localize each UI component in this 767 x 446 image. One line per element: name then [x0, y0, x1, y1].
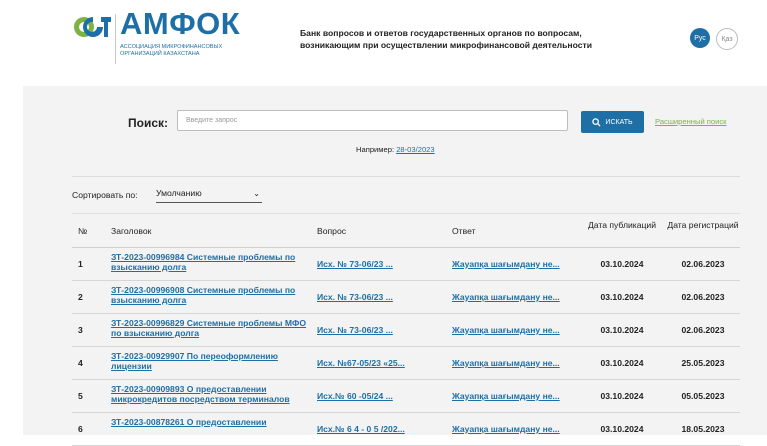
- header-num: №: [78, 226, 88, 236]
- search-label: Поиск:: [128, 116, 169, 130]
- search-button[interactable]: ИСКАТЬ: [581, 111, 644, 133]
- row-pub-date: 03.10.2024: [600, 358, 644, 368]
- row-title-link[interactable]: ЗТ-2023-00909893 О предоставлении микрок…: [111, 384, 311, 405]
- row-pub-date: 03.10.2024: [600, 424, 644, 434]
- row-answer-link[interactable]: Жауапқа шағымдану не...: [452, 325, 560, 336]
- row-question-link[interactable]: Исх. № 73-06/23 ...: [317, 259, 393, 270]
- row-num: 1: [78, 259, 83, 269]
- row-reg-date: 05.05.2023: [681, 391, 725, 401]
- search-button-label: ИСКАТЬ: [605, 118, 633, 126]
- lang-ru-button[interactable]: Рус: [690, 28, 710, 48]
- row-pub-date: 03.10.2024: [600, 391, 644, 401]
- row-num: 2: [78, 292, 83, 302]
- row-answer-link[interactable]: Жауапқа шағымдану не...: [452, 358, 560, 369]
- row-question-link[interactable]: Исх. № 73-06/23 ...: [317, 292, 393, 303]
- header-answer[interactable]: Ответ: [452, 226, 476, 236]
- table-row: 4 ЗТ-2023-00929907 По переоформлению лице…: [72, 346, 740, 380]
- row-pub-date: 03.10.2024: [600, 325, 644, 335]
- row-num: 3: [78, 325, 83, 335]
- table-row: 6 ЗТ-2023-00878261 О предоставлении Исх.№ …: [72, 412, 740, 446]
- logo-name[interactable]: АМФОК: [120, 8, 240, 39]
- lang-kz-button[interactable]: Қаз: [716, 28, 738, 50]
- advanced-search-link[interactable]: Расширенный поиск: [655, 117, 727, 126]
- table-row: 2 ЗТ-2023-00996908 Системные проблемы по …: [72, 280, 740, 314]
- row-title-link[interactable]: ЗТ-2023-00996829 Системные проблемы МФО …: [111, 318, 311, 339]
- row-pub-date: 03.10.2024: [600, 259, 644, 269]
- row-question-link[interactable]: Исх. №67-05/23 «25...: [317, 358, 405, 369]
- row-reg-date: 25.05.2023: [681, 358, 725, 368]
- chevron-down-icon: ⌄: [253, 189, 260, 198]
- table-row: 3 ЗТ-2023-00996829 Системные проблемы МФО…: [72, 313, 740, 347]
- site-header: АМФОК Ассоциация микрофинансовых организ…: [0, 0, 767, 86]
- sort-select[interactable]: Умолчанию ⌄: [156, 188, 262, 203]
- sort-selected-value: Умолчанию: [156, 188, 202, 198]
- site-title: Банк вопросов и ответов государственных …: [300, 28, 592, 50]
- row-question-link[interactable]: Исх.№ 6 4 - 0 5 /202...: [317, 424, 405, 435]
- amfok-logo-icon[interactable]: [73, 14, 113, 40]
- header-question[interactable]: Вопрос: [317, 226, 346, 236]
- row-answer-link[interactable]: Жауапқа шағымдану не...: [452, 391, 560, 402]
- row-pub-date: 03.10.2024: [600, 292, 644, 302]
- row-title-link[interactable]: ЗТ-2023-00996984 Системные проблемы по в…: [111, 252, 311, 273]
- row-answer-link[interactable]: Жауапқа шағымдану не...: [452, 424, 560, 435]
- row-reg-date: 18.05.2023: [681, 424, 725, 434]
- example-label: Например:: [356, 145, 395, 154]
- search-example: Например: 28-03/2023: [356, 145, 435, 154]
- row-num: 5: [78, 391, 83, 401]
- row-answer-link[interactable]: Жауапқа шағымдану не...: [452, 259, 560, 270]
- logo-subtitle: Ассоциация микрофинансовых организаций К…: [120, 44, 223, 57]
- table-row: 1 ЗТ-2023-00996984 Системные проблемы по …: [72, 247, 740, 281]
- header-title[interactable]: Заголовок: [111, 226, 151, 236]
- row-reg-date: 02.06.2023: [681, 259, 725, 269]
- row-num: 6: [78, 424, 83, 434]
- table-row: 5 ЗТ-2023-00909893 О предоставлении микро…: [72, 379, 740, 413]
- row-question-link[interactable]: Исх.№ 60 -05/24 ...: [317, 391, 393, 402]
- row-title-link[interactable]: ЗТ-2023-00929907 По переоформлению лицен…: [111, 351, 311, 372]
- logo-divider: [115, 14, 116, 64]
- example-link[interactable]: 28-03/2023: [396, 145, 434, 154]
- search-icon: [592, 117, 601, 127]
- divider: [72, 176, 740, 177]
- search-input[interactable]: [177, 110, 568, 131]
- table-header: № Заголовок Вопрос Ответ Дата публикаций…: [72, 213, 740, 248]
- row-question-link[interactable]: Исх. № 73-06/23 ...: [317, 325, 393, 336]
- row-reg-date: 02.06.2023: [681, 292, 725, 302]
- header-reg-date[interactable]: Дата регистраций: [666, 220, 740, 230]
- row-title-link[interactable]: ЗТ-2023-00878261 О предоставлении: [111, 417, 311, 428]
- sort-label: Сортировать по:: [72, 190, 138, 200]
- header-pub-date[interactable]: Дата публикаций: [587, 220, 657, 230]
- row-answer-link[interactable]: Жауапқа шағымдану не...: [452, 292, 560, 303]
- row-reg-date: 02.06.2023: [681, 325, 725, 335]
- row-num: 4: [78, 358, 83, 368]
- row-title-link[interactable]: ЗТ-2023-00996908 Системные проблемы по в…: [111, 285, 311, 306]
